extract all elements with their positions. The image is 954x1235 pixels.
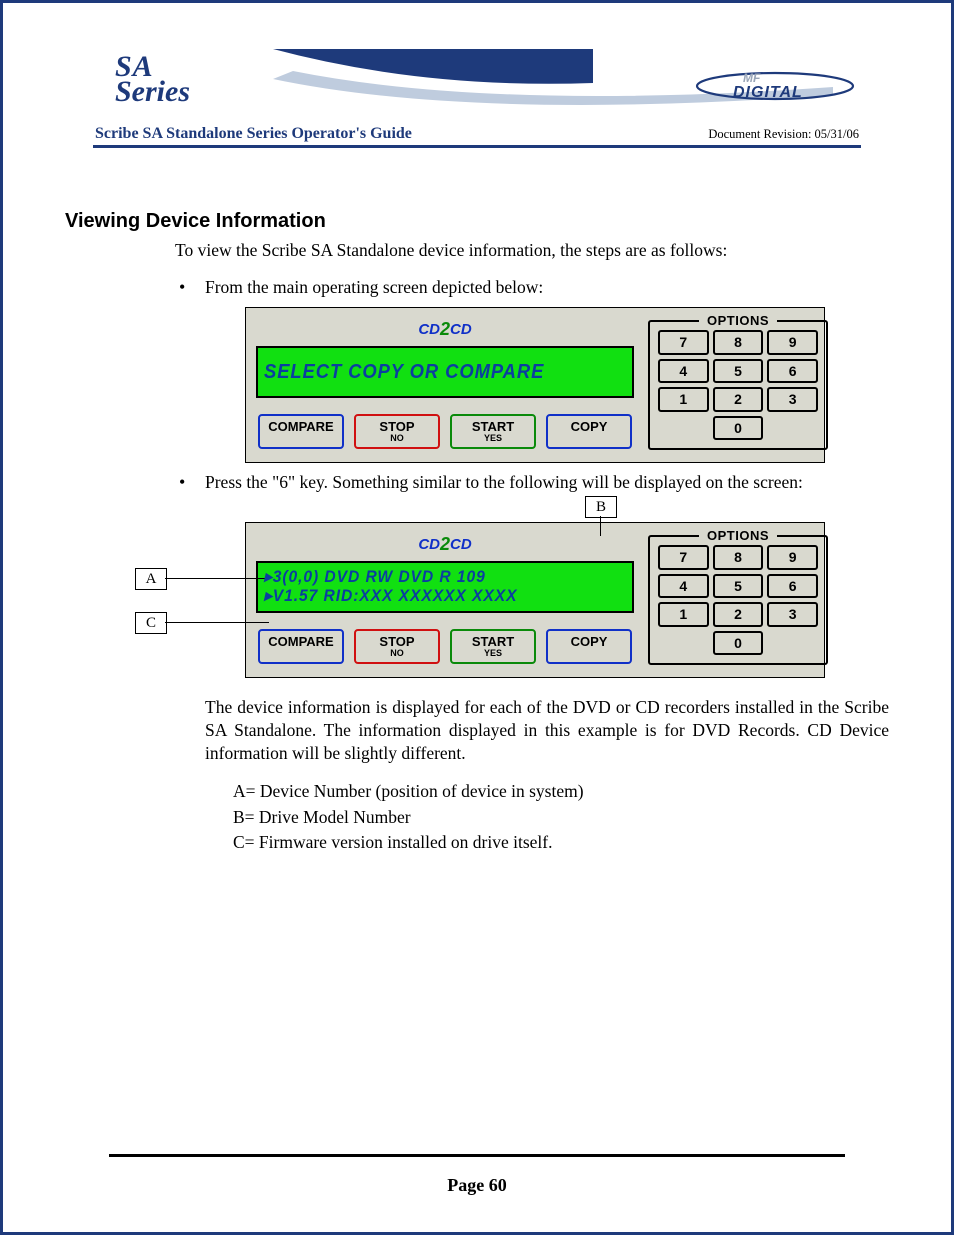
compare-button-2[interactable]: COMPARE	[258, 629, 344, 664]
bullet-1-text: From the main operating screen depicted …	[205, 277, 543, 297]
footer-rule	[109, 1154, 845, 1157]
key2-5[interactable]: 5	[713, 574, 764, 598]
logo-cd-b2: CD	[450, 536, 472, 553]
panel-left-1: CD2CD SELECT COPY OR COMPARE COMPARE STO…	[256, 318, 634, 450]
panel-figure-1: CD2CD SELECT COPY OR COMPARE COMPARE STO…	[245, 307, 825, 463]
bullet-item-1: From the main operating screen depicted …	[175, 276, 889, 463]
key-6[interactable]: 6	[767, 359, 818, 383]
header-meta: Scribe SA Standalone Series Operator's G…	[93, 125, 861, 143]
cd2cd-logo-2: CD2CD	[256, 533, 634, 557]
header-banner: SA Series MF DIGITAL	[93, 49, 861, 121]
callout-line-c	[165, 622, 269, 623]
callout-line-a	[165, 578, 269, 579]
start-button[interactable]: STARTYES	[450, 414, 536, 449]
bullet-list: From the main operating screen depicted …	[175, 276, 889, 855]
sa-series-logo: SA Series	[115, 53, 190, 105]
key2-0[interactable]: 0	[713, 631, 764, 655]
callout-line-b	[600, 516, 601, 536]
key2-8[interactable]: 8	[713, 545, 764, 569]
footer: Page 60	[65, 1154, 889, 1196]
legend-b: B= Drive Model Number	[233, 805, 889, 830]
copy-button-2[interactable]: COPY	[546, 629, 632, 664]
legend-a: A= Device Number (position of device in …	[233, 779, 889, 804]
logo-cd-b: CD	[450, 321, 472, 338]
intro-paragraph: To view the Scribe SA Standalone device …	[175, 239, 889, 262]
key2-2[interactable]: 2	[713, 602, 764, 626]
section-heading: Viewing Device Information	[65, 210, 889, 233]
cd2cd-logo: CD2CD	[256, 318, 634, 342]
header: SA Series MF DIGITAL Scribe SA Standalon…	[93, 49, 861, 148]
callout-c: C	[135, 612, 167, 634]
device-panel-1: CD2CD SELECT COPY OR COMPARE COMPARE STO…	[245, 307, 825, 463]
panel-buttons-1: COMPARE STOPNO STARTYES COPY	[256, 414, 634, 449]
key2-7[interactable]: 7	[658, 545, 709, 569]
key-9[interactable]: 9	[767, 330, 818, 354]
keypad-grid-2: 7 8 9 4 5 6 1 2 3 0	[658, 545, 818, 655]
logo-2: 2	[440, 319, 450, 339]
stop-button[interactable]: STOPNO	[354, 414, 440, 449]
key-5[interactable]: 5	[713, 359, 764, 383]
lcd-screen-1: SELECT COPY OR COMPARE	[256, 346, 634, 398]
lcd2-line-2: ▸V1.57 RID:XXX XXXXXX XXXX	[264, 587, 597, 606]
digital-text: DIGITAL	[733, 84, 803, 101]
body-indent: To view the Scribe SA Standalone device …	[175, 239, 889, 855]
key2-6[interactable]: 6	[767, 574, 818, 598]
bullet-2-text: Press the "6" key. Something similar to …	[205, 472, 803, 492]
callout-a: A	[135, 568, 167, 590]
logo-cd-a: CD	[418, 321, 440, 338]
compare-button[interactable]: COMPARE	[258, 414, 344, 449]
panel-buttons-2: COMPARE STOPNO STARTYES COPY	[256, 629, 634, 664]
explain-paragraph: The device information is displayed for …	[205, 696, 889, 765]
lcd2-line-1: ▸3(0,0) DVD RW DVD R 109	[264, 568, 597, 587]
lcd-line-1: SELECT COPY OR COMPARE	[264, 361, 597, 383]
copy-button[interactable]: COPY	[546, 414, 632, 449]
lcd-screen-2: ▸3(0,0) DVD RW DVD R 109 ▸V1.57 RID:XXX …	[256, 561, 634, 613]
logo-2b: 2	[440, 534, 450, 554]
keypad-grid-1: 7 8 9 4 5 6 1 2 3 0	[658, 330, 818, 440]
options-frame-1: 7 8 9 4 5 6 1 2 3 0	[648, 320, 828, 450]
panel-left-2: CD2CD ▸3(0,0) DVD RW DVD R 109 ▸V1.57 RI…	[256, 533, 634, 665]
key2-1[interactable]: 1	[658, 602, 709, 626]
key-2[interactable]: 2	[713, 387, 764, 411]
keypad-box-1: 7 8 9 4 5 6 1 2 3 0	[648, 318, 828, 450]
guide-title: Scribe SA Standalone Series Operator's G…	[95, 125, 412, 143]
mf-text: MF	[743, 71, 761, 85]
legend-c: C= Firmware version installed on drive i…	[233, 830, 889, 855]
callout-b: B	[585, 496, 617, 518]
key-1[interactable]: 1	[658, 387, 709, 411]
start-button-2[interactable]: STARTYES	[450, 629, 536, 664]
page-frame: SA Series MF DIGITAL Scribe SA Standalon…	[0, 0, 954, 1235]
device-panel-2: CD2CD ▸3(0,0) DVD RW DVD R 109 ▸V1.57 RI…	[245, 522, 825, 678]
key2-3[interactable]: 3	[767, 602, 818, 626]
key-7[interactable]: 7	[658, 330, 709, 354]
key2-4[interactable]: 4	[658, 574, 709, 598]
header-rule	[93, 145, 861, 148]
logo-cd-a2: CD	[418, 536, 440, 553]
key-4[interactable]: 4	[658, 359, 709, 383]
logo-series: Series	[115, 78, 190, 105]
doc-revision: Document Revision: 05/31/06	[708, 127, 859, 142]
legend-block: A= Device Number (position of device in …	[233, 779, 889, 855]
key2-9[interactable]: 9	[767, 545, 818, 569]
stop-button-2[interactable]: STOPNO	[354, 629, 440, 664]
keypad-box-2: 7 8 9 4 5 6 1 2 3 0	[648, 533, 828, 665]
panel-figure-2: B A C CD2CD ▸3(0,0) DVD RW DVD R 109	[245, 522, 825, 678]
key-3[interactable]: 3	[767, 387, 818, 411]
key-8[interactable]: 8	[713, 330, 764, 354]
page-number: Page 60	[109, 1175, 845, 1196]
bullet-item-2: Press the "6" key. Something similar to …	[175, 471, 889, 855]
options-frame-2: 7 8 9 4 5 6 1 2 3 0	[648, 535, 828, 665]
mfdigital-logo: MF DIGITAL	[695, 67, 855, 110]
key-0[interactable]: 0	[713, 416, 764, 440]
